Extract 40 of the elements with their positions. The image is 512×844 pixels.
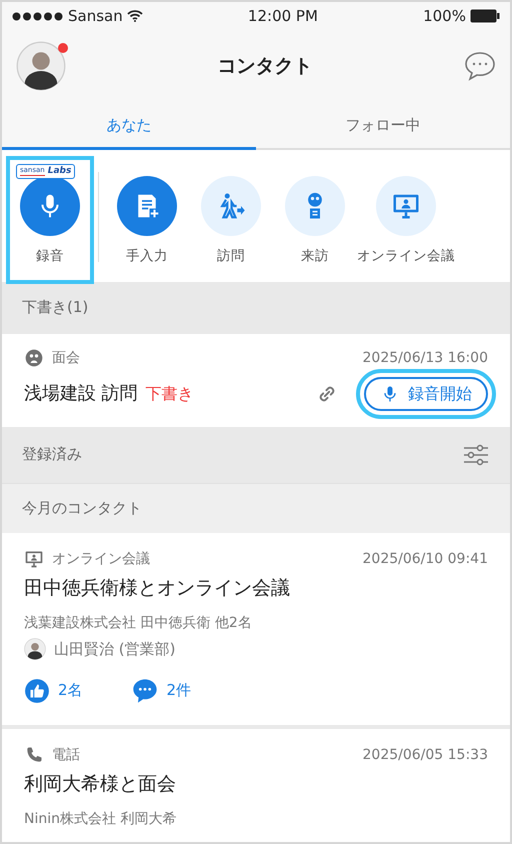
action-button[interactable]: オンライン会議	[357, 158, 455, 282]
contact-datetime: 2025/06/10 09:41	[362, 550, 488, 568]
action-button[interactable]: 来訪	[273, 158, 357, 282]
chat-bubble-button[interactable]	[464, 51, 496, 81]
like-count: 2名	[58, 680, 83, 702]
thumbs-up-icon[interactable]	[24, 678, 50, 704]
comment-count: 2件	[166, 680, 192, 702]
monitor-person-icon	[24, 549, 44, 569]
badge-text: Labs	[48, 164, 72, 178]
contact-title: 利岡大希様と面会	[24, 772, 176, 794]
section-heading: 登録済み	[22, 444, 82, 466]
page-title: コンタクト	[218, 54, 312, 79]
wifi-icon	[126, 10, 143, 22]
contact-company: 浅葉建設株式会社 田中徳兵衛 他2名	[24, 615, 252, 631]
contact-title: 田中徳兵衛様とオンライン会議	[24, 576, 290, 598]
owner-avatar-icon	[24, 638, 46, 660]
contact-type: 電話	[52, 746, 80, 764]
signal-icon	[12, 12, 64, 20]
action-button[interactable]: 訪問	[189, 158, 273, 282]
contact-datetime: 2025/06/13 16:00	[362, 348, 488, 368]
battery-icon	[470, 9, 500, 23]
tab[interactable]: フォロー中	[256, 102, 510, 150]
tab[interactable]: あなた	[2, 102, 256, 150]
profile-avatar-button[interactable]	[16, 41, 66, 91]
filter-sliders-button[interactable]	[462, 442, 490, 466]
contact-title: 浅場建設 訪問	[24, 382, 138, 406]
contact-company: Ninin株式会社 利岡大希	[24, 811, 176, 827]
contact-type: オンライン会議	[52, 550, 150, 568]
status-time: 12:00 PM	[248, 6, 318, 27]
avatar-icon	[16, 41, 66, 91]
section-heading: 下書き(1)	[22, 297, 88, 318]
comment-bubble-icon[interactable]	[130, 676, 159, 704]
action-button[interactable]: 手入力	[105, 158, 189, 282]
battery-percent: 100%	[423, 6, 466, 27]
contact-datetime: 2025/06/05 15:33	[362, 746, 488, 764]
contact-type: 面会	[52, 348, 80, 368]
draft-label: 下書き	[146, 382, 194, 404]
carrier-name: Sansan	[68, 6, 123, 27]
section-heading: 今月のコンタクト	[22, 498, 142, 519]
owner-name: 山田賢治 (営業部)	[54, 639, 176, 660]
